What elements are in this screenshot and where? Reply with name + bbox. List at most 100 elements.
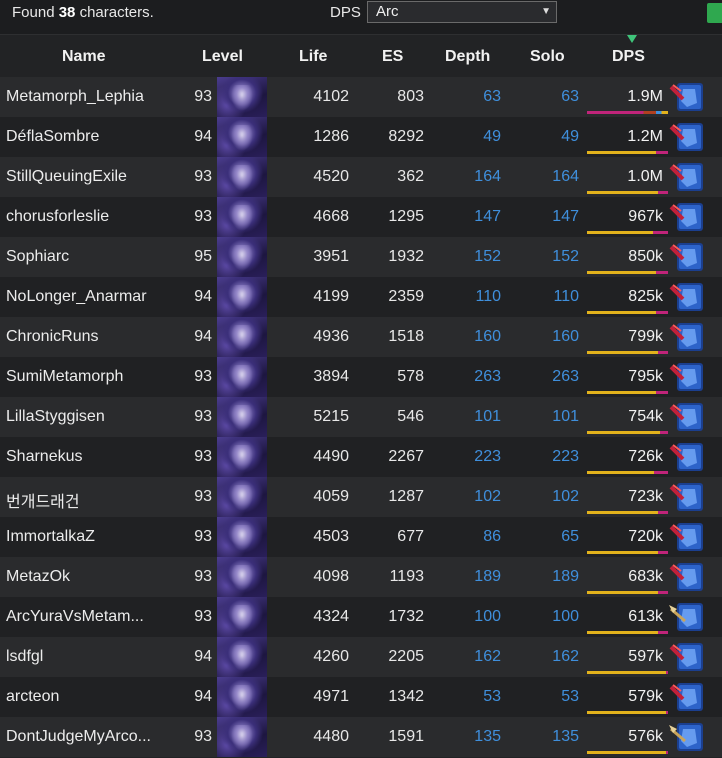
character-solo-depth: 49	[561, 128, 579, 145]
table-row[interactable]: Metamorph_Lephia 93 4102 803 63 63 1.9M	[0, 77, 722, 117]
column-header-life[interactable]: Life	[299, 48, 327, 66]
character-name-link[interactable]: Sharnekus	[6, 448, 83, 466]
character-portrait-image	[217, 317, 267, 357]
table-row[interactable]: Sharnekus 93 4490 2267 223 223 726k	[0, 437, 722, 477]
table-row[interactable]: SumiMetamorph 93 3894 578 263 263 795k	[0, 357, 722, 397]
table-row[interactable]: Sophiarc 95 3951 1932 152 152 850k	[0, 237, 722, 277]
arc-skill-icon[interactable]	[669, 441, 705, 473]
character-name-link[interactable]: ArcYuraVsMetam...	[6, 608, 144, 626]
character-name-link[interactable]: Sophiarc	[6, 248, 69, 266]
character-name-link[interactable]: DéflaSombre	[6, 128, 99, 146]
character-energy-shield: 2267	[388, 448, 424, 465]
character-name-link[interactable]: lsdfgl	[6, 648, 43, 666]
character-depth: 160	[474, 328, 501, 345]
character-dps: 1.9M	[627, 88, 663, 105]
arc-skill-icon[interactable]	[669, 401, 705, 433]
arc-staff-skill-icon[interactable]	[669, 601, 705, 633]
character-level: 94	[194, 128, 212, 145]
table-row[interactable]: DontJudgeMyArco... 93 4480 1591 135 135 576k	[0, 717, 722, 757]
table-row[interactable]: LillaStyggisen 93 5215 546 101 101 754k	[0, 397, 722, 437]
arc-skill-icon[interactable]	[669, 361, 705, 393]
column-header-dps[interactable]: DPS	[612, 48, 645, 66]
dps-breakdown-bar	[587, 711, 668, 714]
dps-breakdown-fill	[587, 151, 656, 154]
character-level: 94	[194, 288, 212, 305]
dps-breakdown-fill	[587, 311, 656, 314]
arc-skill-icon[interactable]	[669, 641, 705, 673]
dps-breakdown-fill	[587, 471, 655, 474]
arc-skill-icon[interactable]	[669, 241, 705, 273]
character-name-link[interactable]: ChronicRuns	[6, 328, 98, 346]
table-row[interactable]: arcteon 94 4971 1342 53 53 579k	[0, 677, 722, 717]
table-row[interactable]: ImmortalkaZ 93 4503 677 86 65 720k	[0, 517, 722, 557]
table-row[interactable]: 번개드래건 93 4059 1287 102 102 723k	[0, 477, 722, 517]
arc-skill-icon[interactable]	[669, 281, 705, 313]
character-level: 93	[194, 368, 212, 385]
table-row[interactable]: ChronicRuns 94 4936 1518 160 160 799k	[0, 317, 722, 357]
arc-skill-icon[interactable]	[669, 481, 705, 513]
arc-skill-icon[interactable]	[669, 561, 705, 593]
table-row[interactable]: lsdfgl 94 4260 2205 162 162 597k	[0, 637, 722, 677]
character-dps: 967k	[628, 208, 663, 225]
dps-skill-select-value: Arc	[376, 3, 399, 20]
action-button[interactable]	[707, 3, 722, 23]
table-row[interactable]: DéflaSombre 94 1286 8292 49 49 1.2M	[0, 117, 722, 157]
arc-skill-icon[interactable]	[669, 681, 705, 713]
dps-breakdown-fill	[587, 751, 667, 754]
character-name-link[interactable]: SumiMetamorph	[6, 368, 123, 386]
character-solo-depth: 110	[553, 288, 579, 305]
top-bar: Found 38 characters. DPS Arc ▼	[0, 0, 722, 35]
arc-skill-icon[interactable]	[669, 121, 705, 153]
character-life: 4490	[313, 448, 349, 465]
character-name-link[interactable]: ImmortalkaZ	[6, 528, 95, 546]
character-portrait-image	[217, 277, 267, 317]
character-name-link[interactable]: 번개드래건	[6, 488, 80, 512]
table-row[interactable]: MetazOk 93 4098 1193 189 189 683k	[0, 557, 722, 597]
chevron-down-icon: ▼	[541, 6, 551, 17]
arc-skill-icon[interactable]	[669, 321, 705, 353]
character-name-link[interactable]: chorusforleslie	[6, 208, 109, 226]
character-solo-depth: 102	[552, 488, 579, 505]
character-level: 94	[194, 688, 212, 705]
column-header-name[interactable]: Name	[62, 48, 106, 66]
character-name-link[interactable]: StillQueuingExile	[6, 168, 127, 186]
character-name-link[interactable]: DontJudgeMyArco...	[6, 728, 151, 746]
dps-breakdown-bar	[587, 351, 668, 354]
character-portrait-image	[217, 357, 267, 397]
character-solo-depth: 65	[561, 528, 579, 545]
dps-breakdown-bar	[587, 191, 668, 194]
column-header-level[interactable]: Level	[202, 48, 243, 66]
character-dps: 825k	[628, 288, 663, 305]
character-depth: 100	[474, 608, 501, 625]
dps-breakdown-fill	[587, 671, 667, 674]
arc-skill-icon[interactable]	[669, 161, 705, 193]
character-portrait-image	[217, 677, 267, 717]
table-row[interactable]: StillQueuingExile 93 4520 362 164 164 1.0M	[0, 157, 722, 197]
dps-breakdown-fill	[587, 591, 659, 594]
column-header-depth[interactable]: Depth	[445, 48, 490, 66]
table-row[interactable]: chorusforleslie 93 4668 1295 147 147 967k	[0, 197, 722, 237]
character-name-link[interactable]: NoLonger_Anarmar	[6, 288, 147, 306]
character-name-link[interactable]: Metamorph_Lephia	[6, 88, 144, 106]
table-row[interactable]: ArcYuraVsMetam... 93 4324 1732 100 100 613k	[0, 597, 722, 637]
dps-breakdown-bar	[587, 231, 668, 234]
dps-breakdown-bar	[587, 391, 668, 394]
table-row[interactable]: NoLonger_Anarmar 94 4199 2359 110 110 825k	[0, 277, 722, 317]
column-header-es[interactable]: ES	[382, 48, 403, 66]
character-solo-depth: 152	[552, 248, 579, 265]
character-life: 4936	[313, 328, 349, 345]
dps-skill-select[interactable]: Arc ▼	[367, 1, 557, 23]
character-level: 93	[194, 168, 212, 185]
column-header-solo[interactable]: Solo	[530, 48, 565, 66]
arc-skill-icon[interactable]	[669, 81, 705, 113]
character-portrait-image	[217, 397, 267, 437]
character-name-link[interactable]: MetazOk	[6, 568, 70, 586]
character-dps: 720k	[628, 528, 663, 545]
arc-skill-icon[interactable]	[669, 521, 705, 553]
character-solo-depth: 160	[552, 328, 579, 345]
character-name-link[interactable]: LillaStyggisen	[6, 408, 105, 426]
arc-skill-icon[interactable]	[669, 201, 705, 233]
character-life: 4324	[313, 608, 349, 625]
arc-staff-skill-icon[interactable]	[669, 721, 705, 753]
character-name-link[interactable]: arcteon	[6, 688, 59, 706]
